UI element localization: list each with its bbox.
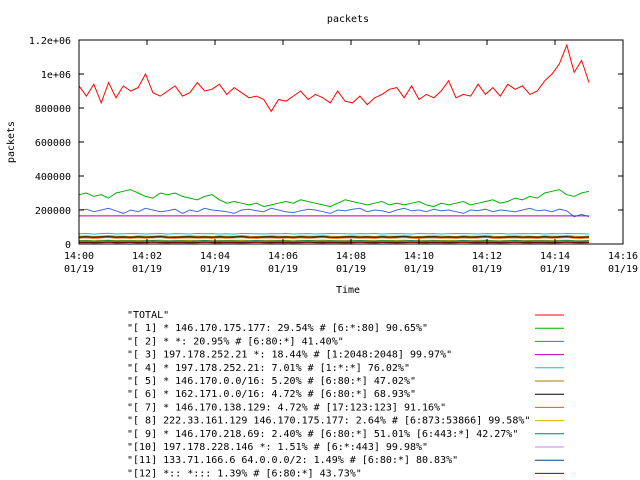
y-tick-label: 1e+06 bbox=[41, 70, 71, 81]
x-tick-label-date: 01/19 bbox=[132, 264, 162, 275]
legend-label: "[ 9] * 146.170.218.69: 2.40% # [6:80:*]… bbox=[127, 429, 518, 440]
legend-label: "[ 1] * 146.170.175.177: 29.54% # [6:*:8… bbox=[127, 323, 428, 334]
legend-label: "[ 8] 222.33.161.129 146.170.175.177: 2.… bbox=[127, 416, 530, 427]
x-tick-label-time: 14:14 bbox=[540, 251, 570, 262]
legend-label: "[12] *:: *::: 1.39% # [6:80:*] 43.73%" bbox=[127, 468, 362, 479]
y-tick-label: 0 bbox=[65, 240, 71, 251]
series-line-9 bbox=[78, 240, 590, 242]
x-tick-label-date: 01/19 bbox=[404, 264, 434, 275]
legend-label: "[ 6] * 162.171.0.0/16: 4.72% # [6:80:*]… bbox=[127, 389, 416, 400]
y-axis-label: packets bbox=[6, 121, 17, 163]
legend-label: "[ 3] 197.178.252.21 *: 18.44% # [1:2048… bbox=[127, 350, 452, 361]
x-tick-label-time: 14:06 bbox=[268, 251, 298, 262]
x-axis-label: Time bbox=[336, 285, 360, 296]
packets-line-chart: packets 0 200000 400000 600000 800000 1e+06 1.… bbox=[0, 0, 640, 480]
x-tick-label-time: 14:12 bbox=[472, 251, 502, 262]
legend-label: "[ 2] * *: 20.95% # [6:80:*] 41.40%" bbox=[127, 336, 344, 347]
legend-label: "[ 5] * 146.170.0.0/16: 5.20% # [6:80:*]… bbox=[127, 376, 416, 387]
legend-label: "[10] 197.178.228.146 *: 1.51% # [6:*:44… bbox=[127, 442, 428, 453]
x-tick-label-time: 14:04 bbox=[200, 251, 230, 262]
legend-label: "TOTAL" bbox=[127, 310, 169, 321]
series-line-4 bbox=[78, 232, 590, 235]
y-tick-label: 200000 bbox=[35, 206, 71, 217]
x-tick-label-date: 01/19 bbox=[608, 264, 638, 275]
legend-label: "[ 4] * 197.178.252.21: 7.01% # [1:*:*] … bbox=[127, 363, 410, 374]
legend-label: "[11] 133.71.166.6 64.0.0.0/2: 1.49% # [… bbox=[127, 455, 458, 466]
x-tick-label-time: 14:16 bbox=[608, 251, 638, 262]
x-tick-label-time: 14:08 bbox=[336, 251, 366, 262]
x-tick-label-date: 01/19 bbox=[472, 264, 502, 275]
x-tick-label-time: 14:10 bbox=[404, 251, 434, 262]
legend-label: "[ 7] * 146.170.138.129: 4.72% # [17:123… bbox=[127, 402, 446, 413]
chart-title: packets bbox=[327, 14, 369, 25]
x-tick-label-time: 14:00 bbox=[64, 251, 94, 262]
x-tick-label-date: 01/19 bbox=[336, 264, 366, 275]
x-tick-label-date: 01/19 bbox=[540, 264, 570, 275]
x-tick-label-date: 01/19 bbox=[200, 264, 230, 275]
x-tick-label-date: 01/19 bbox=[268, 264, 298, 275]
y-tick-label: 400000 bbox=[35, 172, 71, 183]
y-tick-label: 600000 bbox=[35, 138, 71, 149]
y-tick-label: 800000 bbox=[35, 104, 71, 115]
x-tick-label-date: 01/19 bbox=[64, 264, 94, 275]
y-tick-label: 1.2e+06 bbox=[29, 36, 71, 47]
x-tick-label-time: 14:02 bbox=[132, 251, 162, 262]
